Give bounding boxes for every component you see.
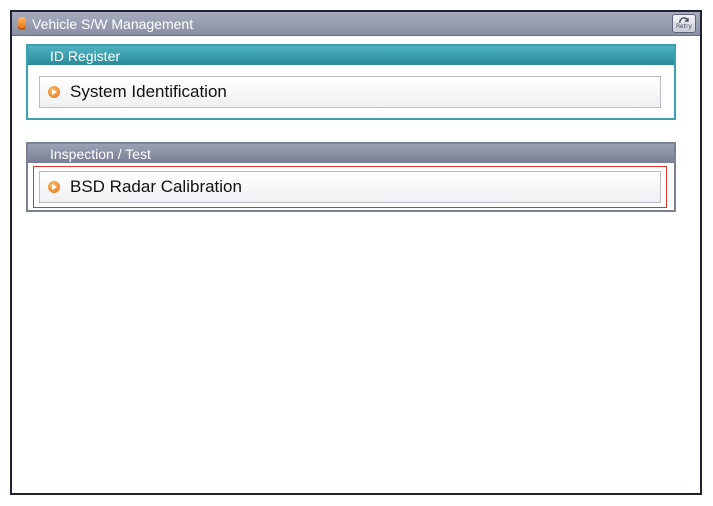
arrow-bullet-icon (48, 86, 60, 98)
system-identification-item[interactable]: System Identification (39, 76, 661, 108)
menu-item-label: System Identification (70, 82, 227, 101)
bsd-radar-calibration-item[interactable]: BSD Radar Calibration (39, 171, 661, 203)
title-bar: Vehicle S/W Management Retry (12, 12, 700, 36)
retry-button[interactable]: Retry (672, 14, 696, 33)
vehicle-sw-management-window: Vehicle S/W Management Retry ID Register… (10, 10, 702, 495)
id-register-panel: ID Register System Identification (26, 44, 676, 120)
id-register-header: ID Register (28, 46, 674, 65)
menu-item-label: BSD Radar Calibration (70, 177, 242, 196)
inspection-test-header: Inspection / Test (28, 144, 674, 163)
retry-label: Retry (676, 23, 692, 30)
app-icon (18, 17, 26, 30)
window-title: Vehicle S/W Management (32, 15, 194, 32)
inspection-test-panel: Inspection / Test BSD Radar Calibration (26, 142, 676, 212)
arrow-bullet-icon (48, 181, 60, 193)
